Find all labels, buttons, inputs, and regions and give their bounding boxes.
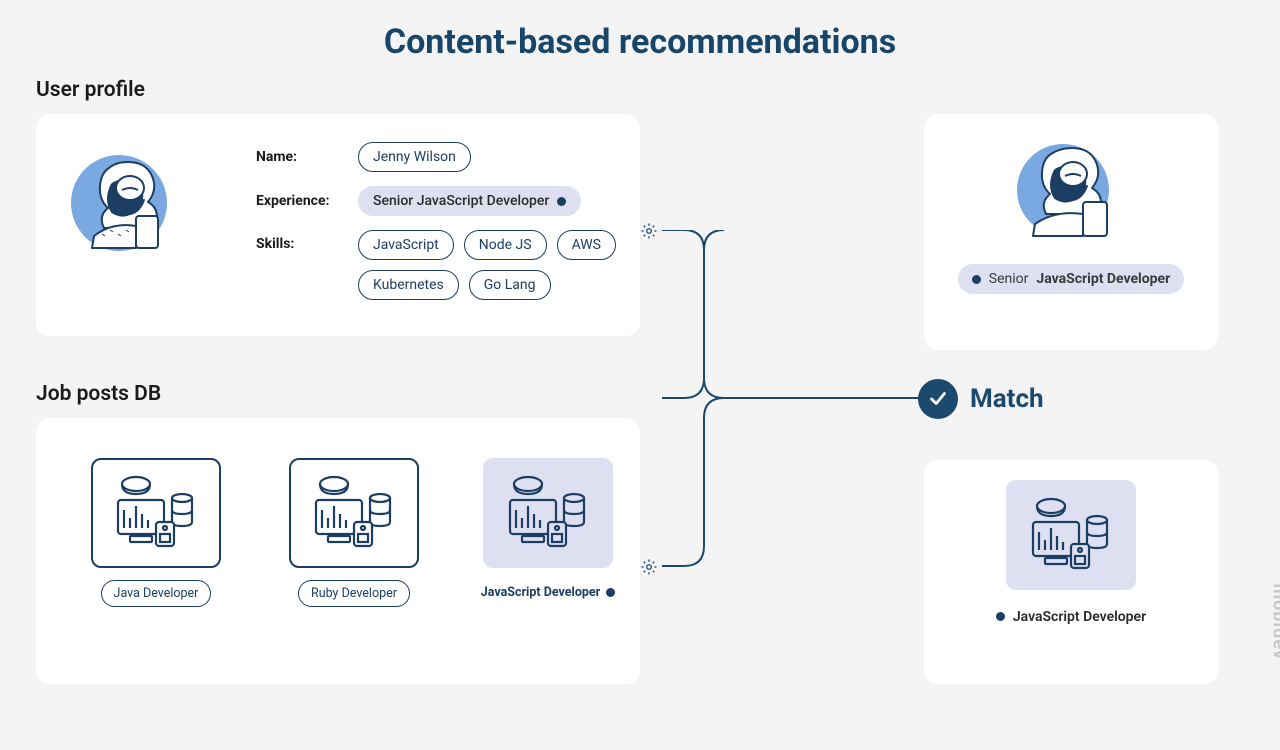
page-title: Content-based recommendations: [0, 0, 1280, 62]
server-monitor-icon: [1006, 480, 1136, 590]
dot-icon: [557, 197, 566, 206]
match-badge: Match: [918, 379, 1044, 419]
avatar: [64, 138, 184, 258]
experience-value: Senior JavaScript Developer: [358, 186, 581, 216]
job-posts-card: Java Developer Ruby Developer JavaScript…: [36, 418, 640, 684]
experience-text: Senior JavaScript Developer: [373, 193, 549, 209]
job-posts-label: Job posts DB: [36, 382, 161, 406]
skills-list: JavaScript Node JS AWS Kubernetes Go Lan…: [358, 230, 616, 310]
result-title-prefix: Senior: [989, 271, 1029, 287]
job-item-ruby: Ruby Developer: [274, 458, 434, 607]
job-item-java: Java Developer: [76, 458, 236, 607]
dot-icon: [996, 612, 1005, 621]
result-profile-card: Senior JavaScript Developer: [924, 114, 1218, 350]
user-profile-card: Name: Jenny Wilson Experience: Senior Ja…: [36, 114, 640, 336]
result-job-card: JavaScript Developer: [924, 460, 1218, 684]
skill-pill: Kubernetes: [358, 270, 459, 300]
avatar: [1001, 128, 1141, 248]
job-item-javascript: JavaScript Developer: [468, 458, 628, 605]
result-title-bold: JavaScript Developer: [1036, 271, 1170, 287]
check-icon: [918, 379, 958, 419]
job-label: Java Developer: [101, 580, 212, 607]
skill-pill: Node JS: [464, 230, 547, 260]
result-job-label: JavaScript Developer: [996, 609, 1146, 625]
match-label: Match: [970, 384, 1044, 414]
server-monitor-icon: [289, 458, 419, 568]
job-label: JavaScript Developer: [469, 580, 628, 605]
brand-watermark: mobidev: [1268, 584, 1280, 661]
user-profile-label: User profile: [36, 78, 145, 102]
dot-icon: [972, 275, 981, 284]
profile-fields: Name: Jenny Wilson Experience: Senior Ja…: [256, 142, 616, 324]
result-job-text: JavaScript Developer: [1013, 609, 1146, 625]
experience-label: Experience:: [256, 193, 346, 209]
name-value: Jenny Wilson: [358, 142, 471, 172]
job-label: Ruby Developer: [298, 580, 410, 607]
dot-icon: [606, 588, 615, 597]
skills-label: Skills:: [256, 230, 346, 252]
job-label-text: JavaScript Developer: [481, 585, 601, 600]
skill-pill: JavaScript: [358, 230, 454, 260]
skill-pill: AWS: [557, 230, 616, 260]
skill-pill: Go Lang: [469, 270, 551, 300]
server-monitor-icon: [91, 458, 221, 568]
result-title-pill: Senior JavaScript Developer: [958, 264, 1184, 294]
server-monitor-icon: [483, 458, 613, 568]
gear-icon: [640, 222, 658, 244]
gear-icon: [640, 558, 658, 580]
connector-lines: [606, 230, 946, 440]
name-label: Name:: [256, 149, 346, 165]
